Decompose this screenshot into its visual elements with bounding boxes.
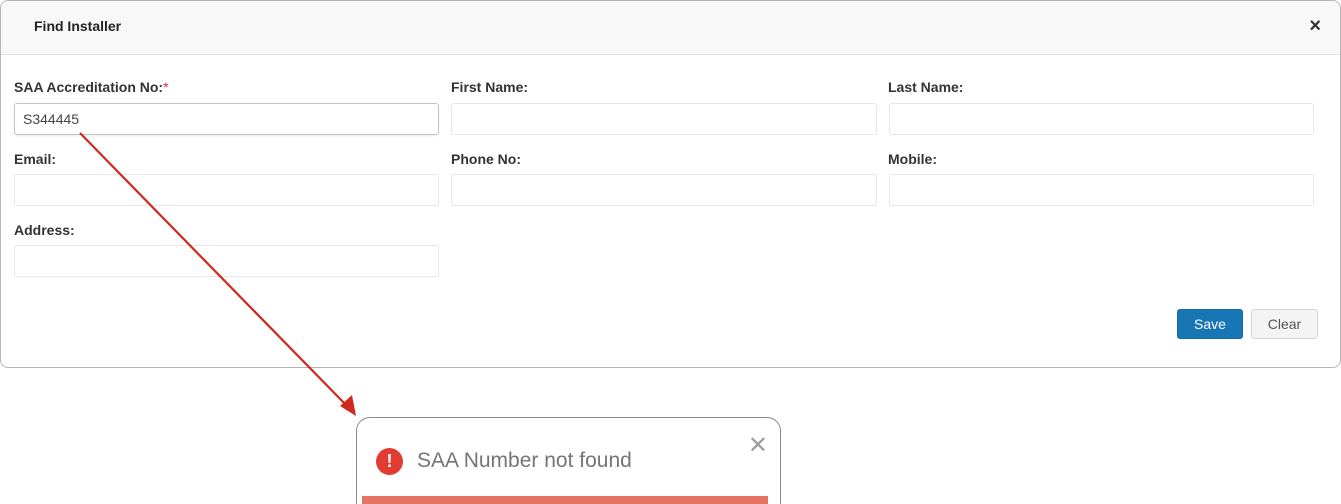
first-name-label: First Name: <box>451 79 529 95</box>
saa-label-text: SAA Accreditation No: <box>14 79 164 95</box>
email-input[interactable] <box>14 174 439 206</box>
saa-accreditation-input[interactable] <box>14 103 439 135</box>
phone-input[interactable] <box>451 174 877 206</box>
toast-close-icon[interactable]: ✕ <box>748 434 768 458</box>
error-icon: ! <box>376 448 403 475</box>
toast-message: SAA Number not found <box>417 449 632 472</box>
mobile-label: Mobile: <box>888 151 937 167</box>
phone-label: Phone No: <box>451 151 521 167</box>
saa-label: SAA Accreditation No:* <box>14 79 169 95</box>
save-button[interactable]: Save <box>1177 309 1243 339</box>
last-name-label: Last Name: <box>888 79 964 95</box>
email-label: Email: <box>14 151 57 167</box>
find-installer-modal: Find Installer × SAA Accreditation No:* … <box>0 0 1341 368</box>
arrow-head <box>340 395 356 416</box>
modal-title: Find Installer <box>34 18 122 34</box>
mobile-input[interactable] <box>889 174 1314 206</box>
toast-progress-bar <box>362 496 768 504</box>
modal-header: Find Installer × <box>1 1 1340 55</box>
required-mark: * <box>163 79 169 95</box>
close-icon[interactable]: × <box>1309 15 1321 37</box>
address-input[interactable] <box>14 245 439 277</box>
address-label: Address: <box>14 222 75 238</box>
last-name-input[interactable] <box>889 103 1314 135</box>
first-name-input[interactable] <box>451 103 877 135</box>
clear-button[interactable]: Clear <box>1251 309 1318 339</box>
error-toast: ! SAA Number not found ✕ <box>356 417 781 504</box>
